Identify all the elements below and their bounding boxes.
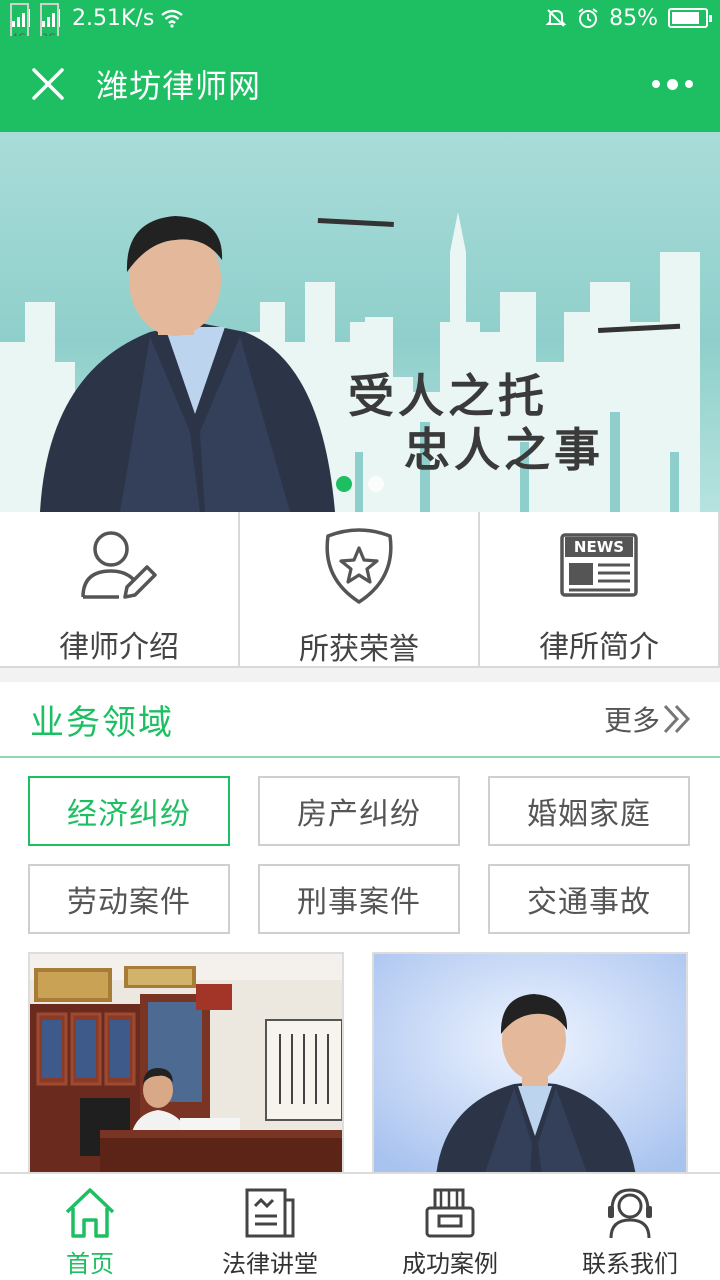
status-right: 85%: [545, 5, 712, 31]
battery-text: 85%: [609, 5, 658, 31]
quick-link-label: 律所简介: [539, 630, 659, 665]
carousel-dot-1[interactable]: [336, 476, 352, 492]
signal-icon: 4G: [10, 3, 30, 73]
banner-carousel[interactable]: 受人之托 忠人之事: [0, 132, 720, 512]
quick-link-lawyer-intro[interactable]: 律师介绍: [0, 512, 240, 666]
status-bar: 4G 2G 2.51K/s 85%: [0, 0, 720, 73]
tag-economic-dispute[interactable]: 经济纠纷: [28, 776, 230, 846]
tab-label: 联系我们: [582, 1250, 678, 1278]
user-edit-icon: [79, 526, 159, 604]
news-icon: NEWS: [560, 526, 638, 604]
quick-link-honors[interactable]: 所获荣誉: [240, 512, 480, 667]
title-bar: 潍坊律师网: [0, 36, 720, 132]
more-link[interactable]: 更多: [604, 699, 692, 739]
bottom-tab-bar: 首页 法律讲堂 成功案例 联系我们: [0, 1172, 720, 1280]
tag-marriage-family[interactable]: 婚姻家庭: [488, 776, 690, 846]
tab-label: 成功案例: [402, 1250, 498, 1278]
section-title: 业务领域: [30, 702, 174, 743]
signal-icon: 2G: [40, 3, 60, 73]
tab-label: 首页: [66, 1250, 114, 1278]
more-icon[interactable]: [624, 36, 720, 132]
carousel-dot-2[interactable]: [368, 476, 384, 492]
alarm-icon: [578, 8, 598, 28]
carousel-indicator: [336, 476, 384, 492]
tab-contact-us[interactable]: 联系我们: [540, 1174, 720, 1280]
quick-link-label: 所获荣誉: [299, 632, 419, 667]
tab-legal-lectures[interactable]: 法律讲堂: [180, 1174, 360, 1280]
tab-label: 法律讲堂: [222, 1250, 318, 1278]
more-link-label: 更多: [603, 704, 660, 737]
page-title: 潍坊律师网: [96, 67, 262, 105]
mute-icon: [545, 9, 567, 27]
tab-success-cases[interactable]: 成功案例: [360, 1174, 540, 1280]
battery-icon: [668, 8, 712, 28]
slogan-line-2: 忠人之事: [404, 423, 604, 477]
net-speed: 2.51K/s: [72, 5, 155, 31]
section-header: 业务领域 更多: [0, 682, 720, 758]
tag-traffic-accident[interactable]: 交通事故: [488, 864, 690, 934]
portrait-photo[interactable]: [372, 952, 688, 1174]
svg-text:NEWS: NEWS: [574, 538, 624, 556]
case-icon: [425, 1188, 475, 1238]
wifi-icon: [161, 9, 184, 28]
tab-home[interactable]: 首页: [0, 1174, 180, 1280]
tag-labor-case[interactable]: 劳动案件: [28, 864, 230, 934]
double-chevron-right-icon: [663, 704, 691, 734]
banner-illustration: [0, 212, 700, 512]
section-separator: [0, 668, 720, 682]
quick-links: 律师介绍 所获荣誉 NEWS 律所简介: [0, 512, 720, 668]
quick-link-label: 律师介绍: [59, 630, 179, 665]
office-photo[interactable]: [28, 952, 344, 1174]
practice-area-tags: 经济纠纷 房产纠纷 婚姻家庭 劳动案件 刑事案件 交通事故: [28, 776, 692, 934]
tag-criminal-case[interactable]: 刑事案件: [258, 864, 460, 934]
status-left: 4G 2G 2.51K/s: [10, 3, 184, 73]
headset-icon: [608, 1188, 652, 1239]
tag-property-dispute[interactable]: 房产纠纷: [258, 776, 460, 846]
lecture-icon: [245, 1188, 295, 1238]
badge-star-icon: [320, 526, 398, 606]
home-icon: [65, 1188, 115, 1238]
quick-link-firm-intro[interactable]: NEWS 律所简介: [480, 512, 720, 666]
close-icon[interactable]: [0, 36, 96, 132]
